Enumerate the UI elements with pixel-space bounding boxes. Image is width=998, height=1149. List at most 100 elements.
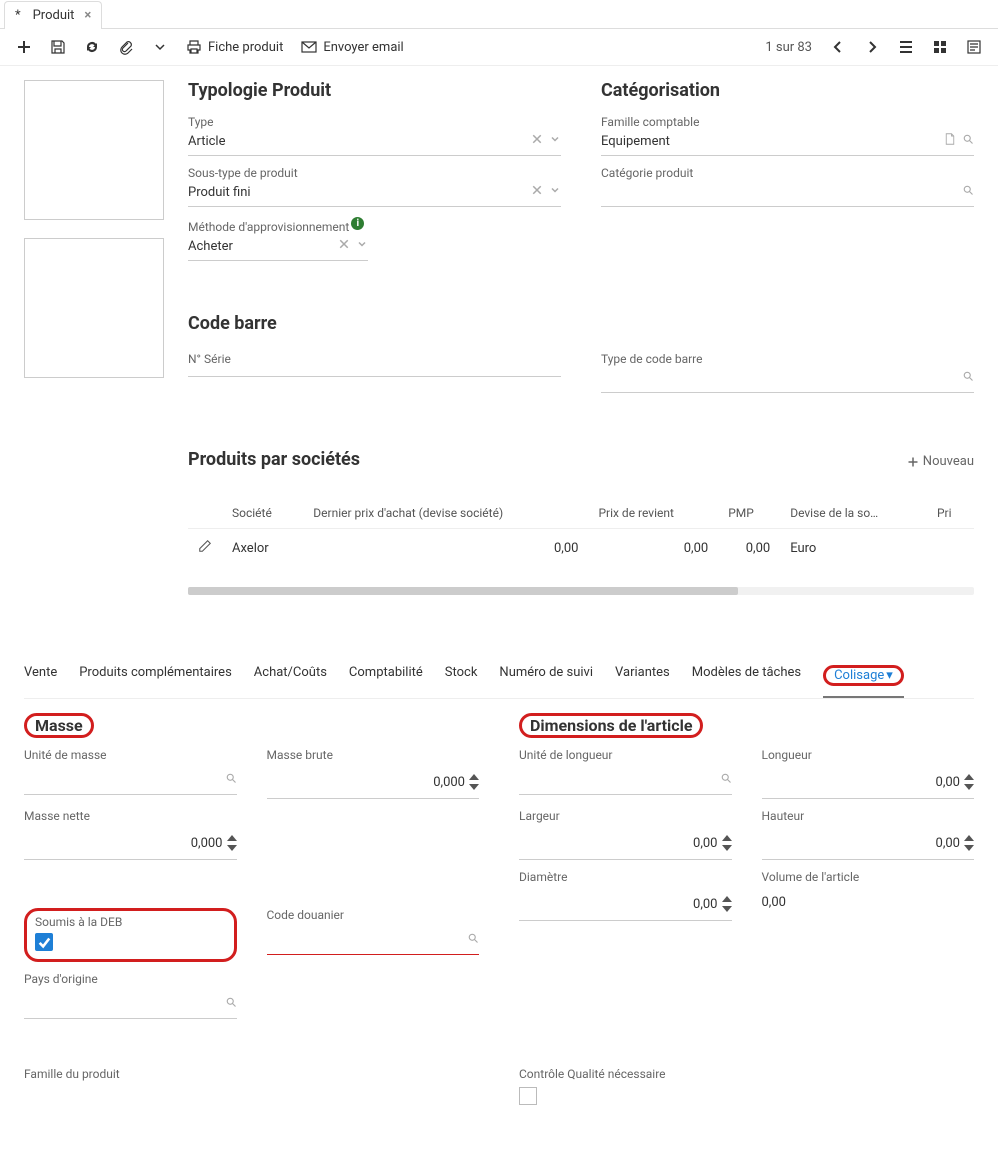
search-icon[interactable] xyxy=(962,184,974,200)
info-icon[interactable]: i xyxy=(351,217,364,230)
stepper-icon[interactable] xyxy=(964,833,974,853)
codebarre-heading: Code barre xyxy=(188,313,974,334)
stepper-icon[interactable] xyxy=(964,772,974,792)
code-douanier-field[interactable] xyxy=(267,926,480,955)
search-icon[interactable] xyxy=(962,370,974,386)
col-devise[interactable]: Devise de la so… xyxy=(780,498,927,529)
table-row[interactable]: Axelor 0,00 0,00 0,00 Euro xyxy=(188,529,974,568)
tab-stock[interactable]: Stock xyxy=(445,665,478,698)
col-pri[interactable]: Pri xyxy=(927,498,974,529)
serie-field[interactable] xyxy=(188,366,561,377)
diametre-field[interactable]: 0,00 xyxy=(519,888,732,921)
famille-comptable-value: Equipement xyxy=(601,134,670,149)
serie-label: N° Série xyxy=(188,352,561,366)
product-tabs: Vente Produits complémentaires Achat/Coû… xyxy=(24,655,974,699)
masse-brute-value: 0,000 xyxy=(433,775,465,790)
type-codebarre-field[interactable] xyxy=(601,366,974,393)
tab-achat[interactable]: Achat/Coûts xyxy=(254,665,327,698)
stepper-icon[interactable] xyxy=(227,833,237,853)
hauteur-label: Hauteur xyxy=(762,809,975,823)
stepper-icon[interactable] xyxy=(469,772,479,792)
caret-down-icon[interactable] xyxy=(152,39,168,55)
pays-origine-field[interactable] xyxy=(24,990,237,1019)
masse-nette-label: Masse nette xyxy=(24,809,237,823)
tab-colisage[interactable]: Colisage▾ xyxy=(823,665,904,698)
tab-variantes[interactable]: Variantes xyxy=(615,665,670,698)
subtype-field[interactable]: Produit fini xyxy=(188,180,561,207)
longueur-value: 0,00 xyxy=(936,775,960,790)
search-icon[interactable] xyxy=(225,996,237,1012)
longueur-label: Longueur xyxy=(762,748,975,762)
clear-icon[interactable] xyxy=(531,133,543,149)
chevron-down-icon[interactable] xyxy=(356,238,368,254)
cell-prix-revient: 0,00 xyxy=(588,529,718,568)
stepper-icon[interactable] xyxy=(722,894,732,914)
grid-view-icon[interactable] xyxy=(932,39,948,55)
chevron-down-icon[interactable] xyxy=(549,184,561,200)
prev-icon[interactable] xyxy=(830,39,846,55)
image-placeholder-1[interactable] xyxy=(24,80,164,220)
search-icon[interactable] xyxy=(467,932,479,948)
societes-table: Société Dernier prix d'achat (devise soc… xyxy=(188,498,974,567)
new-label: Nouveau xyxy=(923,454,974,469)
col-prix-revient[interactable]: Prix de revient xyxy=(588,498,718,529)
new-button[interactable]: Nouveau xyxy=(907,454,974,469)
close-icon[interactable]: × xyxy=(84,8,91,23)
tab-modeles[interactable]: Modèles de tâches xyxy=(692,665,801,698)
edit-icon[interactable] xyxy=(198,542,212,557)
masse-brute-field[interactable]: 0,000 xyxy=(267,766,480,799)
tab-suivi[interactable]: Numéro de suivi xyxy=(499,665,593,698)
qualite-checkbox[interactable] xyxy=(519,1087,537,1105)
clear-icon[interactable] xyxy=(338,238,350,254)
list-view-icon[interactable] xyxy=(898,39,914,55)
unite-masse-field[interactable] xyxy=(24,766,237,795)
unite-longueur-field[interactable] xyxy=(519,766,732,795)
tab-vente[interactable]: Vente xyxy=(24,665,57,698)
add-icon[interactable] xyxy=(16,39,32,55)
document-icon[interactable] xyxy=(944,133,956,149)
method-value: Acheter xyxy=(188,239,233,254)
save-icon[interactable] xyxy=(50,39,66,55)
volume-label: Volume de l'article xyxy=(762,870,975,884)
method-field[interactable]: Acheter xyxy=(188,234,368,261)
search-icon[interactable] xyxy=(962,133,974,149)
col-societe[interactable]: Société xyxy=(222,498,303,529)
hauteur-value: 0,00 xyxy=(936,836,960,851)
largeur-label: Largeur xyxy=(519,809,732,823)
tab-produit[interactable]: * Produit × xyxy=(4,1,102,29)
cell-pmp: 0,00 xyxy=(718,529,780,568)
societes-heading: Produits par sociétés xyxy=(188,449,360,470)
categorie-produit-field[interactable] xyxy=(601,180,974,207)
masse-nette-field[interactable]: 0,000 xyxy=(24,827,237,860)
largeur-field[interactable]: 0,00 xyxy=(519,827,732,860)
tab-compta[interactable]: Comptabilité xyxy=(349,665,423,698)
tab-complementaires[interactable]: Produits complémentaires xyxy=(79,665,232,698)
horizontal-scrollbar[interactable] xyxy=(188,587,974,595)
print-button[interactable]: Fiche produit xyxy=(186,39,283,55)
refresh-icon[interactable] xyxy=(84,39,100,55)
cell-devise: Euro xyxy=(780,529,927,568)
clear-icon[interactable] xyxy=(531,184,543,200)
deb-checkbox[interactable] xyxy=(35,933,53,951)
search-icon[interactable] xyxy=(720,772,732,788)
volume-value: 0,00 xyxy=(762,888,975,916)
cell-dernier-prix: 0,00 xyxy=(303,529,588,568)
form-view-icon[interactable] xyxy=(966,39,982,55)
col-dernier-prix[interactable]: Dernier prix d'achat (devise société) xyxy=(303,498,588,529)
hauteur-field[interactable]: 0,00 xyxy=(762,827,975,860)
image-placeholder-2[interactable] xyxy=(24,238,164,378)
type-codebarre-label: Type de code barre xyxy=(601,352,974,366)
email-button[interactable]: Envoyer email xyxy=(301,39,403,55)
toolbar: Fiche produit Envoyer email 1 sur 83 xyxy=(0,29,998,66)
type-label: Type xyxy=(188,115,561,129)
chevron-down-icon[interactable] xyxy=(549,133,561,149)
col-pmp[interactable]: PMP xyxy=(718,498,780,529)
next-icon[interactable] xyxy=(864,39,880,55)
search-icon[interactable] xyxy=(225,772,237,788)
longueur-field[interactable]: 0,00 xyxy=(762,766,975,799)
masse-brute-label: Masse brute xyxy=(267,748,480,762)
attach-icon[interactable] xyxy=(118,39,134,55)
type-field[interactable]: Article xyxy=(188,129,561,156)
famille-comptable-field[interactable]: Equipement xyxy=(601,129,974,156)
stepper-icon[interactable] xyxy=(722,833,732,853)
